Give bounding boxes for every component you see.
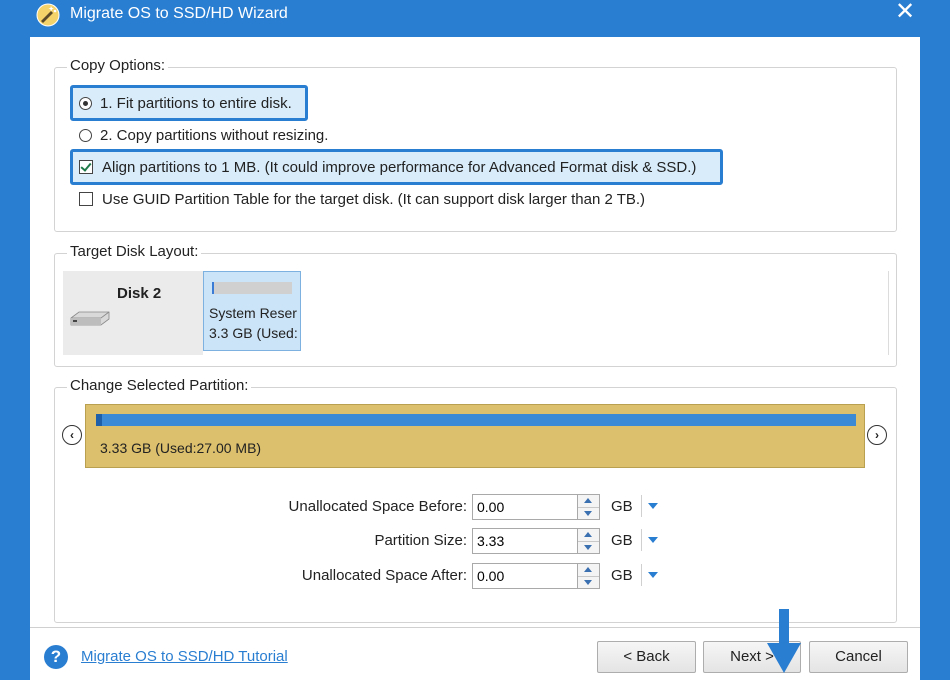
checkbox-unchecked[interactable] [79, 192, 93, 206]
unit-dropdown-icon[interactable] [641, 564, 660, 586]
spin-up-icon[interactable] [578, 564, 599, 577]
copy-options-group: Copy Options: 1. Fit partitions to entir… [54, 57, 897, 232]
partition-size-label: 3.33 GB (Used:27.00 MB) [100, 440, 262, 456]
radio-fit-partitions-label: 1. Fit partitions to entire disk. [100, 94, 292, 112]
field-label: Unallocated Space Before: [288, 498, 467, 515]
unallocated-after-spinner[interactable] [578, 563, 600, 589]
unallocated-before-spinner[interactable] [578, 494, 600, 520]
target-disk-layout-legend: Target Disk Layout: [67, 243, 202, 260]
spin-down-icon[interactable] [578, 508, 599, 520]
partition-size-input[interactable] [472, 528, 578, 554]
copy-options-legend: Copy Options: [67, 57, 169, 74]
wizard-body: Copy Options: 1. Fit partitions to entir… [30, 37, 920, 680]
partition-card-system-reserved[interactable]: System Reser 3.3 GB (Used: [203, 271, 301, 351]
unallocated-after-input[interactable] [472, 563, 578, 589]
field-label: Unallocated Space After: [301, 567, 467, 584]
field-partition-size: Partition Size: GB [31, 528, 691, 554]
back-button[interactable]: < Back [597, 641, 696, 673]
disk-name: Disk 2 [117, 285, 162, 302]
partition-usage-bar [212, 282, 292, 294]
partition-resize-fill[interactable] [96, 414, 856, 426]
tutorial-link[interactable]: Migrate OS to SSD/HD Tutorial [81, 648, 288, 665]
radio-fit-partitions[interactable]: 1. Fit partitions to entire disk. [79, 92, 292, 114]
radio-copy-without-resize[interactable]: 2. Copy partitions without resizing. [79, 124, 328, 146]
radio-button-unchecked[interactable] [79, 128, 92, 142]
window-title: Migrate OS to SSD/HD Wizard [70, 5, 288, 22]
target-disk-layout-group: Target Disk Layout: Disk 2 System Reser … [54, 243, 897, 367]
field-unallocated-before: Unallocated Space Before: GB [31, 494, 691, 520]
spin-up-icon[interactable] [578, 495, 599, 508]
partition-size: 3.3 GB (Used: [209, 325, 298, 341]
field-label: Partition Size: [374, 532, 467, 549]
title-bar: Migrate OS to SSD/HD Wizard ✕ [0, 0, 950, 30]
radio-copy-without-resize-label: 2. Copy partitions without resizing. [100, 126, 329, 144]
layout-scrollbar[interactable] [888, 271, 889, 355]
wizard-icon [36, 3, 60, 27]
change-partition-legend: Change Selected Partition: [67, 377, 252, 394]
checkbox-use-gpt[interactable]: Use GUID Partition Table for the target … [79, 188, 645, 210]
spin-up-icon[interactable] [578, 529, 599, 542]
checkbox-align-1mb[interactable]: Align partitions to 1 MB. (It could impr… [79, 156, 696, 178]
cancel-button[interactable]: Cancel [809, 641, 908, 673]
unit-label: GB [611, 567, 633, 584]
unit-label: GB [611, 532, 633, 549]
disk-card[interactable]: Disk 2 [63, 271, 203, 355]
partition-size-spinner[interactable] [578, 528, 600, 554]
hard-disk-icon [70, 311, 110, 326]
unit-dropdown-icon[interactable] [641, 529, 660, 551]
checkbox-checked[interactable] [79, 160, 93, 174]
close-icon[interactable]: ✕ [890, 0, 920, 26]
down-arrow-annotation-icon [767, 609, 801, 673]
checkbox-align-1mb-label: Align partitions to 1 MB. (It could impr… [102, 158, 697, 176]
change-partition-group: Change Selected Partition: ‹ 3.33 GB (Us… [54, 377, 897, 623]
help-icon[interactable]: ? [44, 645, 68, 669]
unit-dropdown-icon[interactable] [641, 495, 660, 517]
next-partition-icon[interactable]: › [867, 425, 887, 445]
previous-partition-icon[interactable]: ‹ [62, 425, 82, 445]
spin-down-icon[interactable] [578, 577, 599, 589]
field-unallocated-after: Unallocated Space After: GB [31, 563, 691, 589]
radio-button-checked[interactable] [79, 96, 92, 110]
partition-resize-bar[interactable]: 3.33 GB (Used:27.00 MB) [85, 404, 865, 468]
checkbox-use-gpt-label: Use GUID Partition Table for the target … [102, 190, 646, 208]
partition-name: System Reser [209, 305, 297, 321]
spin-down-icon[interactable] [578, 542, 599, 554]
partition-used-fill [96, 414, 103, 426]
partition-usage-fill [212, 282, 214, 294]
unit-label: GB [611, 498, 633, 515]
unallocated-before-input[interactable] [472, 494, 578, 520]
